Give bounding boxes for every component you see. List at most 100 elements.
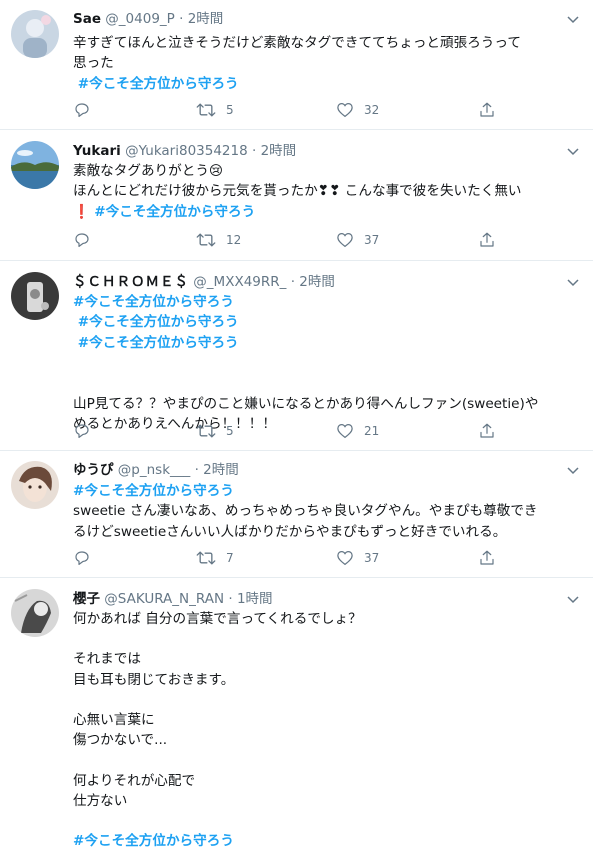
reply-button[interactable] (73, 548, 91, 568)
retweet-icon (196, 424, 216, 438)
tweet-text-line: ほんとにどれだけ彼から元気を貰ったか❣❣ こんな事で彼を失いたく無い (73, 183, 522, 200)
like-count: 21 (364, 424, 380, 438)
username[interactable]: @Yukari80354218 (125, 143, 248, 159)
retweet-button[interactable]: 12 (196, 230, 241, 250)
reply-icon (75, 233, 89, 247)
heart-icon (337, 551, 353, 566)
tweet-actions: 12 37 (73, 230, 499, 250)
share-icon (480, 423, 494, 438)
separator-dot: · (194, 462, 199, 478)
display-name[interactable]: ゆうぴ (73, 462, 114, 478)
share-button[interactable] (478, 421, 496, 441)
hashtag-link[interactable]: #今こそ全方位から守ろう (73, 314, 239, 330)
separator-dot: · (252, 143, 257, 159)
separator-dot: · (290, 274, 295, 290)
share-icon (480, 232, 494, 247)
tweet-text-body: 何かあれば 自分の言葉で言ってくれるでしょ？ それまでは 目も耳も閉じておきます… (73, 611, 362, 809)
tweet[interactable]: Yukari @Yukari80354218 · 2時間 素敵なタグありがとう😢… (0, 130, 593, 261)
tweet-header: ゆうぴ @p_nsk___ · 2時間 (73, 460, 579, 480)
chevron-down-icon[interactable] (565, 143, 581, 159)
timestamp[interactable]: 2時間 (203, 462, 239, 478)
tweet-actions: 5 21 (73, 421, 499, 441)
hashtag-link[interactable]: #今こそ全方位から守ろう (73, 483, 234, 499)
tweet[interactable]: 櫻子 @SAKURA_N_RAN · 1時間 何かあれば 自分の言葉で言ってくれ… (0, 578, 593, 850)
timestamp[interactable]: 1時間 (237, 591, 273, 607)
hashtag-link[interactable]: #今こそ全方位から守ろう (94, 204, 255, 220)
display-name[interactable]: ＄ＣＨＲＯＭＥ＄ (73, 274, 189, 290)
separator-dot: · (179, 11, 184, 27)
tweet[interactable]: Sae @_0409_P · 2時間 辛すぎてほんと泣きそうだけど素敵なタグでき… (0, 0, 593, 130)
retweet-icon (196, 551, 216, 565)
avatar[interactable] (11, 272, 59, 320)
retweet-count: 7 (226, 551, 234, 565)
chevron-down-icon[interactable] (565, 591, 581, 607)
tweet-text: 辛すぎてほんと泣きそうだけど素敵なタグできててちょっと頑張ろうって 思った #今… (73, 33, 579, 94)
reply-icon (75, 424, 89, 438)
hashtag-link[interactable]: #今こそ全方位から守ろう (73, 335, 239, 351)
like-button[interactable]: 32 (336, 100, 379, 120)
heart-icon (337, 103, 353, 118)
display-name[interactable]: Yukari (73, 143, 121, 159)
retweet-button[interactable]: 7 (196, 548, 234, 568)
tweet-header: Yukari @Yukari80354218 · 2時間 (73, 141, 579, 161)
reply-button[interactable] (73, 421, 91, 441)
retweet-icon (196, 233, 216, 247)
share-icon (480, 550, 494, 565)
retweet-button[interactable]: 5 (196, 100, 234, 120)
tweet-actions: 7 37 (73, 548, 499, 568)
share-button[interactable] (478, 548, 496, 568)
reply-button[interactable] (73, 100, 91, 120)
like-count: 37 (364, 233, 380, 247)
tweet-text-body: 辛すぎてほんと泣きそうだけど素敵なタグできててちょっと頑張ろうって 思った (73, 35, 521, 72)
username[interactable]: @SAKURA_N_RAN (104, 591, 224, 607)
hashtag-link[interactable]: #今こそ全方位から守ろう (73, 294, 234, 310)
tweet[interactable]: ＄ＣＨＲＯＭＥ＄ @_MXX49RR_ · 2時間 #今こそ全方位から守ろう #… (0, 261, 593, 451)
avatar[interactable] (11, 10, 59, 58)
like-count: 32 (364, 103, 380, 117)
display-name[interactable]: Sae (73, 11, 101, 27)
like-button[interactable]: 37 (336, 230, 379, 250)
share-icon (480, 102, 494, 117)
retweet-button[interactable]: 5 (196, 421, 234, 441)
chevron-down-icon[interactable] (565, 11, 581, 27)
tweet[interactable]: ゆうぴ @p_nsk___ · 2時間 #今こそ全方位から守ろう sweetie… (0, 451, 593, 578)
tweet-header: ＄ＣＨＲＯＭＥ＄ @_MXX49RR_ · 2時間 (73, 272, 579, 292)
heart-icon (337, 424, 353, 439)
tweet-header: 櫻子 @SAKURA_N_RAN · 1時間 (73, 589, 579, 609)
retweet-count: 12 (226, 233, 242, 247)
tweet-text-line: 素敵なタグありがとう😢 (73, 163, 224, 179)
chevron-down-icon[interactable] (565, 274, 581, 290)
tweet-text: 何かあれば 自分の言葉で言ってくれるでしょ？ それまでは 目も耳も閉じておきます… (73, 609, 579, 851)
like-button[interactable]: 37 (336, 548, 379, 568)
reply-icon (75, 103, 89, 117)
like-button[interactable]: 21 (336, 421, 379, 441)
exclamation-emoji: ❗ (73, 203, 95, 220)
timestamp[interactable]: 2時間 (188, 11, 224, 27)
retweet-count: 5 (226, 103, 234, 117)
like-count: 37 (364, 551, 380, 565)
tweet-text: #今こそ全方位から守ろう sweetie さん凄いなあ、めっちゃめっちゃ良いタグ… (73, 481, 579, 542)
retweet-count: 5 (226, 424, 234, 438)
avatar[interactable] (11, 461, 59, 509)
heart-icon (337, 233, 353, 248)
hashtag-link[interactable]: #今こそ全方位から守ろう (73, 833, 234, 849)
username[interactable]: @p_nsk___ (118, 462, 190, 478)
share-button[interactable] (478, 230, 496, 250)
tweet-text-body: sweetie さん凄いなあ、めっちゃめっちゃ良いタグやん。やまぴも尊敬でき る… (73, 503, 538, 540)
username[interactable]: @_0409_P (105, 11, 175, 27)
username[interactable]: @_MXX49RR_ (193, 274, 286, 290)
reply-icon (75, 551, 89, 565)
timeline: Sae @_0409_P · 2時間 辛すぎてほんと泣きそうだけど素敵なタグでき… (0, 0, 593, 850)
tweet-header: Sae @_0409_P · 2時間 (73, 9, 579, 29)
chevron-down-icon[interactable] (565, 462, 581, 478)
hashtag-link[interactable]: #今こそ全方位から守ろう (73, 76, 239, 92)
display-name[interactable]: 櫻子 (73, 591, 100, 607)
reply-button[interactable] (73, 230, 91, 250)
avatar[interactable] (11, 589, 59, 637)
timestamp[interactable]: 2時間 (261, 143, 297, 159)
avatar[interactable] (11, 141, 59, 189)
timestamp[interactable]: 2時間 (299, 274, 335, 290)
share-button[interactable] (478, 100, 496, 120)
tweet-actions: 5 32 (73, 100, 499, 120)
separator-dot: · (228, 591, 233, 607)
